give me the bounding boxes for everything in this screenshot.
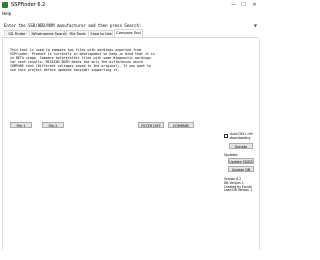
filter-diff-button[interactable]: FILTER DIFF [138,122,164,128]
maximize-icon[interactable]: ☐ [239,1,248,9]
menu-item-help[interactable]: Help [2,11,11,17]
update-db-button[interactable]: Update DB [228,166,254,172]
chevron-down-icon[interactable]: ▼ [254,24,257,28]
tab-label: Whatnames Search [32,32,67,36]
app-icon [2,2,8,8]
tab-whatnames-search[interactable]: Whatnames Search [31,30,67,36]
app-window: SSPFinder 6.2 — ☐ ✕ Help Enter the SSD/H… [0,0,260,260]
updates-label: Updates [224,153,238,157]
tab-label: File Tools [69,32,86,36]
tab-label: Compare Tool [116,31,141,35]
tab-how-to-use[interactable]: How to Use [90,30,113,36]
auto-download-label: Auto DELL mfr downloading [230,132,253,140]
auto-download-checkbox[interactable] [224,134,228,138]
tab-label: How to Use [91,32,112,36]
menu-bar: Help [0,10,260,18]
version-info: Version 6.2 DB Version 1 Created by Emra… [224,177,253,193]
update-ssids-button[interactable]: Update SSIDS [228,158,254,164]
minimize-icon[interactable]: — [229,1,238,9]
file-1-button[interactable]: File 1 [10,122,32,128]
tab-file-tools[interactable]: File Tools [66,30,89,36]
title-bar: SSPFinder 6.2 — ☐ ✕ [0,0,260,10]
tab-compare-tool[interactable]: Compare Tool [114,29,143,37]
window-title: SSPFinder 6.2 [11,2,46,8]
tab-strip: SD Finder Whatnames Search File Tools Ho… [2,29,258,38]
tab-label: SD Finder [8,32,26,36]
file-2-button[interactable]: File 2 [42,122,64,128]
donate-button[interactable]: Donate [229,143,253,149]
compare-button[interactable]: COMPARE [168,122,194,128]
compare-description: This tool is used to compare two files w… [10,48,155,73]
close-icon[interactable]: ✕ [250,1,259,9]
tab-sd-finder[interactable]: SD Finder [4,30,30,36]
